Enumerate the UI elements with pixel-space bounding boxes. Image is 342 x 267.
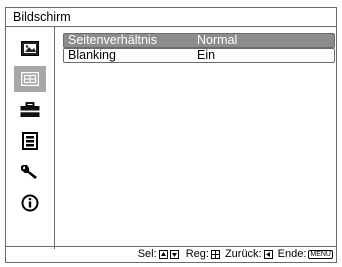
left-arrow-key-icon [263, 249, 273, 259]
sidebar [6, 27, 55, 249]
menu-list-icon[interactable] [14, 128, 46, 154]
menu-title: Bildschirm [6, 8, 336, 27]
setting-label: Blanking [68, 48, 116, 62]
setting-value: Normal [197, 33, 238, 47]
end-label: Ende: [277, 248, 307, 260]
down-arrow-key-icon [169, 249, 179, 259]
back-label: Zurück: [224, 248, 262, 260]
settings-panel: Seitenverhältnis Normal Blanking Ein [55, 27, 336, 249]
setting-row-aspect-ratio[interactable]: Seitenverhältnis Normal [63, 33, 335, 48]
menu-key-icon: MENU [308, 249, 333, 259]
up-arrow-key-icon [158, 249, 168, 259]
toolbox-icon[interactable] [14, 97, 46, 123]
setting-row-blanking[interactable]: Blanking Ein [63, 48, 335, 63]
enter-key-icon [210, 249, 220, 259]
info-icon[interactable] [14, 190, 46, 216]
picture-icon[interactable] [14, 35, 46, 61]
setting-label: Seitenverhältnis [68, 33, 157, 47]
sel-label: Sel: [137, 248, 157, 260]
help-bar: Sel: Reg: Zurück: Ende: MENU [6, 246, 336, 262]
screen-icon[interactable] [14, 66, 46, 92]
setting-value: Ein [197, 48, 216, 62]
wrench-icon[interactable] [14, 159, 46, 185]
reg-label: Reg: [185, 248, 209, 260]
osd-window: Bildschirm Seitenverhältnis Normal Blank… [5, 7, 337, 263]
